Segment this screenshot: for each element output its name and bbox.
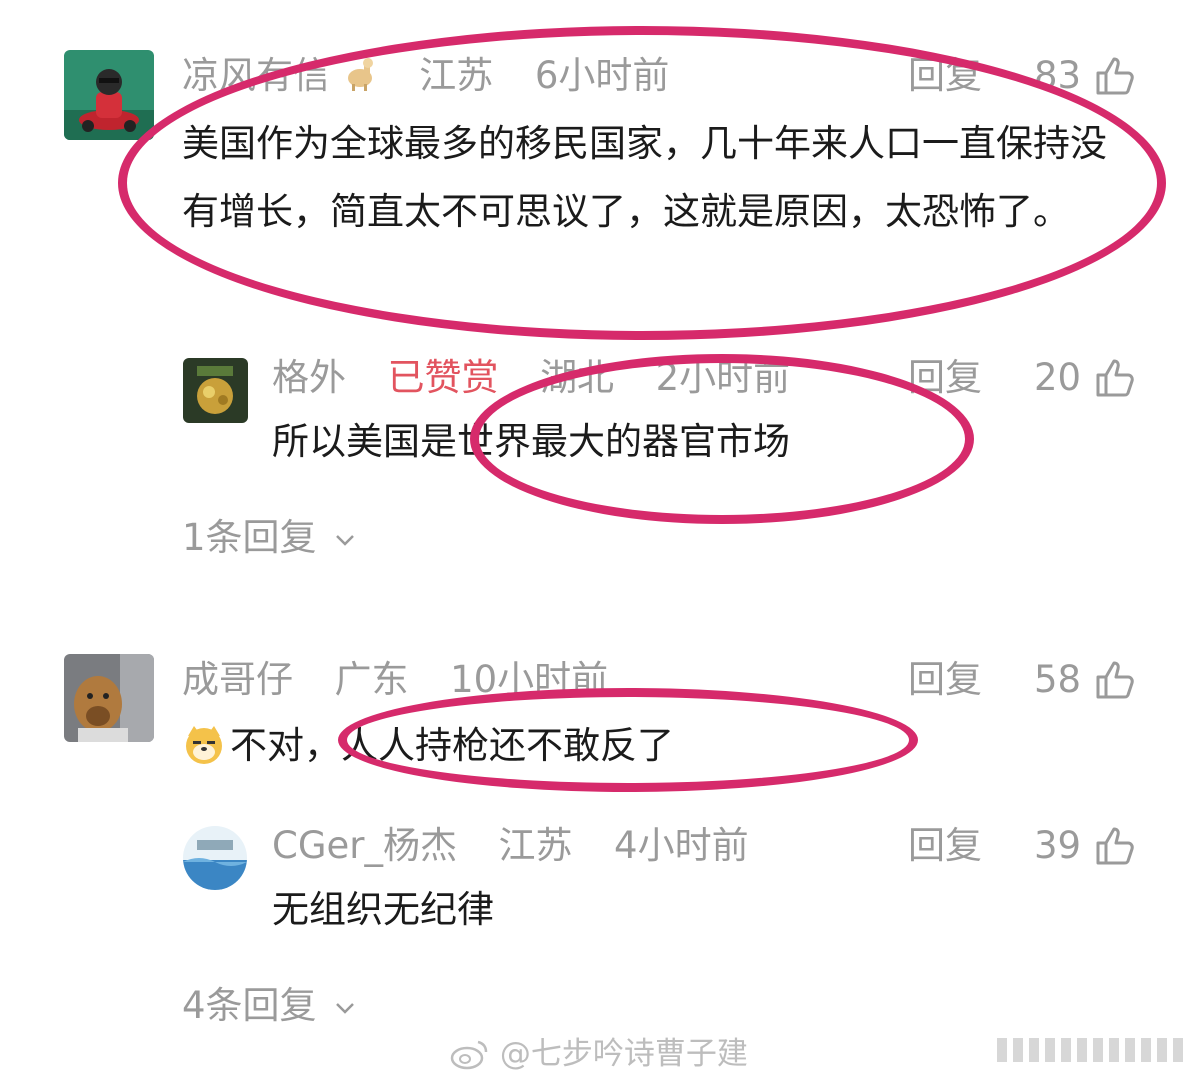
comment-2-body: 不对，人人持枪还不敢反了 xyxy=(182,712,1132,780)
reply-1-location: 湖北 xyxy=(540,356,615,399)
weibo-logo-icon xyxy=(450,1040,488,1070)
comment-1-location: 江苏 xyxy=(419,54,494,97)
comment-1-username[interactable]: 凉风有信 xyxy=(182,54,330,97)
reply-2-like-count: 39 xyxy=(1034,824,1082,867)
comment-2-like-count: 58 xyxy=(1034,658,1082,701)
comment-2-text: 不对，人人持枪还不敢反了 xyxy=(230,724,674,767)
alpaca-icon xyxy=(342,56,378,92)
watermark-text: @七步吟诗曹子建 xyxy=(499,1036,748,1072)
reply-1-like-count: 20 xyxy=(1034,356,1082,399)
reply-1-text: 所以美国是世界最大的器官市场 xyxy=(272,420,790,463)
decorative-dots xyxy=(997,1038,1183,1062)
thumbs-up-icon[interactable] xyxy=(1094,357,1136,399)
reply-1-reply-button[interactable]: 回复 xyxy=(908,356,982,400)
thumbs-up-icon[interactable] xyxy=(1094,825,1136,867)
comment-2-username[interactable]: 成哥仔 xyxy=(182,658,293,701)
doge-emoji-icon xyxy=(186,726,222,764)
chevron-down-icon xyxy=(336,1002,355,1014)
comment-1-text: 美国作为全球最多的移民国家，几十年来人口一直保持没有增长，简直太不可思议了，这就… xyxy=(182,122,1107,233)
comment-2-reply-button[interactable]: 回复 xyxy=(908,658,982,702)
expand-replies-1[interactable]: 1条回复 xyxy=(182,516,356,560)
thumbs-up-icon[interactable] xyxy=(1094,55,1136,97)
expand-replies-2[interactable]: 4条回复 xyxy=(182,984,356,1028)
expand-replies-1-label: 1条回复 xyxy=(182,516,317,559)
watermark: @七步吟诗曹子建 xyxy=(450,1034,748,1074)
avatar-reply-2[interactable] xyxy=(183,826,247,890)
comment-1-like-count: 83 xyxy=(1034,54,1082,97)
reply-2-reply-button[interactable]: 回复 xyxy=(908,824,982,868)
expand-replies-2-label: 4条回复 xyxy=(182,984,317,1027)
comment-2-meta: 成哥仔 广东 10小时前 xyxy=(182,658,608,702)
chevron-down-icon xyxy=(336,534,355,546)
reply-1-username[interactable]: 格外 xyxy=(272,356,346,399)
reply-1-time: 2小时前 xyxy=(655,356,791,399)
comment-1-reply-button[interactable]: 回复 xyxy=(908,54,982,98)
thumbs-up-icon[interactable] xyxy=(1094,659,1136,701)
avatar-reply-1[interactable] xyxy=(183,358,248,423)
comment-2-location: 广东 xyxy=(334,658,409,701)
reply-2-username[interactable]: CGer_杨杰 xyxy=(272,824,457,867)
comment-2-time: 10小时前 xyxy=(450,658,609,701)
comment-1-meta: 凉风有信 江苏 6小时前 xyxy=(182,54,669,98)
reply-2-time: 4小时前 xyxy=(614,824,749,867)
reply-2-location: 江苏 xyxy=(498,824,573,867)
reply-1-meta: 格外 已赞赏 湖北 2小时前 xyxy=(272,356,790,400)
comment-1-time: 6小时前 xyxy=(534,54,670,97)
reply-2-text: 无组织无纪律 xyxy=(272,888,494,931)
avatar-comment-2[interactable] xyxy=(64,654,154,742)
reply-2-meta: CGer_杨杰 江苏 4小时前 xyxy=(272,824,749,868)
reply-1-badge: 已赞赏 xyxy=(387,356,499,399)
avatar-comment-1[interactable] xyxy=(64,50,154,140)
